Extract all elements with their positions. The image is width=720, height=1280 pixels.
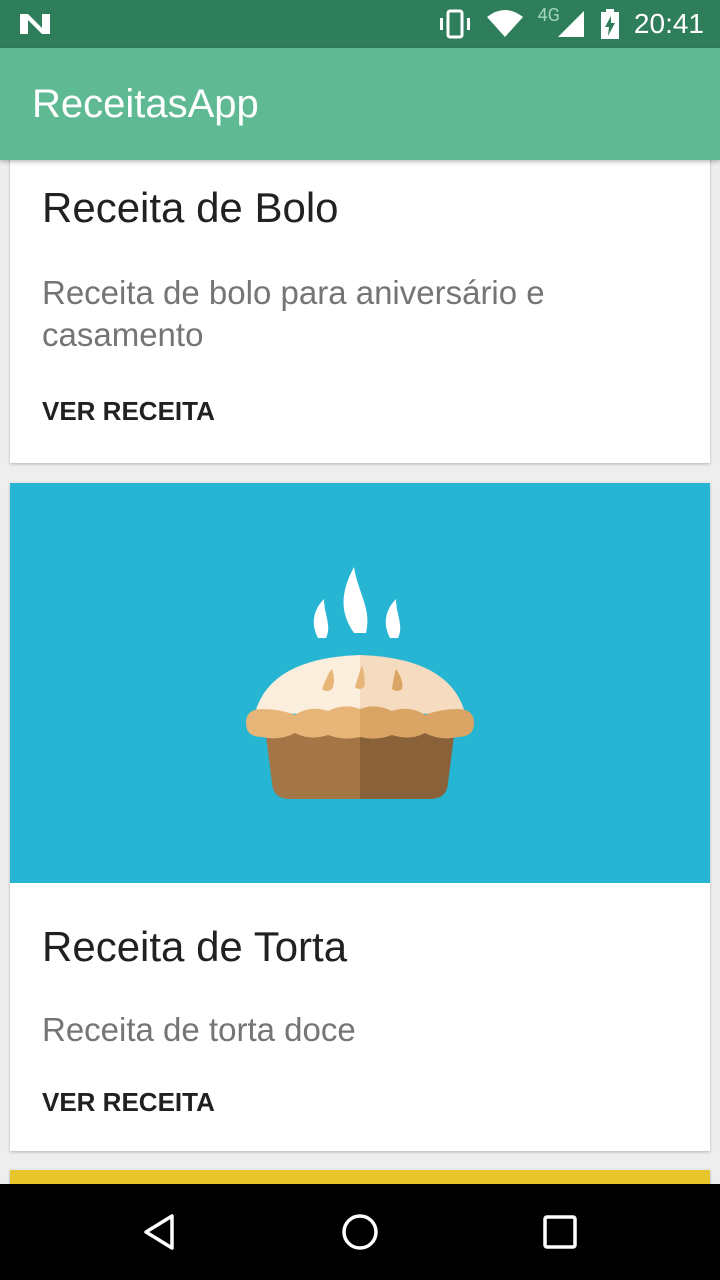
card-title: Receita de Bolo (42, 184, 339, 231)
vibrate-icon (439, 9, 470, 39)
ver-receita-button[interactable]: VER RECEITA (42, 1087, 215, 1118)
pie-icon (246, 567, 474, 799)
battery-charging-icon (600, 9, 619, 39)
app-title: ReceitasApp (32, 82, 259, 126)
status-time: 20:41 (633, 8, 704, 39)
signal-icon (557, 11, 584, 37)
card-media (10, 483, 710, 883)
recipe-card-bolo: Receita de Bolo Receita de bolo para ani… (10, 160, 710, 463)
notification-n-icon (20, 14, 50, 34)
card-description: Receita de torta doce (42, 1011, 356, 1048)
status-icons: 4G 20:41 (438, 0, 704, 48)
app-bar: ReceitasApp (0, 48, 720, 160)
recents-icon[interactable] (538, 1210, 582, 1254)
home-icon[interactable] (338, 1210, 382, 1254)
ver-receita-button[interactable]: VER RECEITA (42, 396, 215, 427)
wifi-icon (486, 10, 523, 37)
card-description: Receita de bolo para aniversário e casam… (42, 274, 545, 353)
navigation-bar (0, 1184, 720, 1280)
status-bar: 4G 20:41 (0, 0, 720, 48)
recipe-card-partial (10, 1170, 710, 1184)
card-title: Receita de Torta (42, 923, 348, 970)
back-icon[interactable] (138, 1210, 182, 1254)
recipe-list[interactable]: Receita de Bolo Receita de bolo para ani… (0, 160, 720, 1184)
recipe-card-torta: Receita de Torta Receita de torta doce V… (10, 483, 710, 1151)
